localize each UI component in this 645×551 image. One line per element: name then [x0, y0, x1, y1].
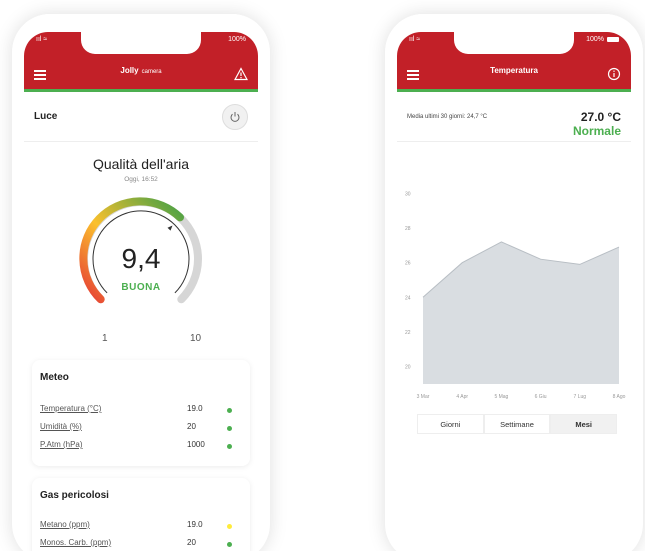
gas-row-methane[interactable]: Metano (ppm) 19.0 [40, 518, 242, 534]
average-row: Media ultimi 30 giorni: 24,7 °C 27.0 °C … [397, 94, 631, 142]
status-dot [227, 542, 232, 547]
x-tick-label: 8 Ago [613, 394, 626, 400]
phone-notch [81, 32, 201, 54]
y-tick-label: 30 [405, 191, 411, 197]
light-row: Luce [24, 94, 258, 142]
status-dot [227, 408, 232, 413]
phone-notch [454, 32, 574, 54]
x-tick-label: 3 Mar [417, 394, 430, 400]
battery-indicator: 100% [228, 36, 246, 43]
y-tick-label: 26 [405, 261, 411, 267]
tab-giorni[interactable]: Giorni [417, 414, 484, 434]
device-name: Jolly [120, 66, 139, 75]
battery-icon [607, 37, 619, 42]
temperature-status: Normale [572, 124, 621, 138]
home-screen: ııl ≈ 100% Jolly camera Luce Qualità dell… [24, 14, 258, 551]
gas-title: Gas pericolosi [40, 490, 109, 501]
row-value: 20 [187, 422, 196, 431]
meteo-row-humidity[interactable]: Umidità (%) 20 [40, 420, 242, 436]
row-label[interactable]: Monos. Carb. (ppm) [40, 538, 111, 547]
gas-card[interactable]: Gas pericolosi Metano (ppm) 19.0 Monos. … [32, 478, 250, 551]
average-label: Media ultimi 30 giorni: 24,7 °C [407, 114, 488, 120]
row-value: 19.0 [187, 520, 203, 529]
row-label[interactable]: Metano (ppm) [40, 520, 90, 529]
y-tick-label: 24 [405, 295, 411, 301]
gauge-min-label: 1 [102, 333, 108, 344]
app-bar-accent-line [397, 89, 631, 92]
tab-settimane[interactable]: Settimane [483, 414, 551, 434]
meteo-row-pressure[interactable]: P.Atm (hPa) 1000 [40, 438, 242, 454]
phone-right: ııl ≈ 100% Temperatura Media ultimi 30 g… [385, 14, 643, 551]
row-value: 19.0 [187, 404, 203, 413]
app-bar-accent-line [24, 89, 258, 92]
row-value: 1000 [187, 440, 205, 449]
temperature-chart: 30 28 26 24 22 20 3 Mar 4 Apr 5 Mag 6 Giu 7 Lug 8 A… [405, 191, 626, 400]
air-quality-title: Qualità dell'aria [92, 156, 190, 172]
air-quality-status: BUONA [121, 282, 161, 293]
gauge-pointer [167, 225, 173, 231]
air-quality-time: Oggi, 16:52 [124, 176, 158, 183]
x-tick-label: 4 Apr [456, 394, 468, 400]
tab-mesi[interactable]: Mesi [550, 414, 618, 434]
light-label: Luce [34, 111, 58, 122]
info-icon[interactable] [607, 67, 621, 81]
air-quality-value: 9,4 [121, 243, 161, 274]
warning-icon[interactable] [234, 67, 248, 81]
current-temperature: 27.0 °C [580, 110, 621, 124]
row-label[interactable]: Temperatura (°C) [40, 404, 101, 413]
phone-left: ııl ≈ 100% Jolly camera Luce Qualità dell… [12, 14, 270, 551]
gauge-max-label: 10 [190, 333, 202, 344]
battery-indicator: 100% [586, 36, 619, 43]
gas-row-carbon-monoxide[interactable]: Monos. Carb. (ppm) 20 [40, 536, 242, 551]
x-tick-label: 5 Mag [494, 394, 508, 400]
signal-indicator: ııl ≈ [36, 36, 48, 43]
period-selector: Giorni Settimane Mesi [417, 414, 618, 434]
meteo-card[interactable]: Meteo Temperatura (°C) 19.0 Umidità (%) … [32, 360, 250, 466]
status-dot [227, 444, 232, 449]
temperature-screen: ııl ≈ 100% Temperatura Media ultimi 30 g… [397, 14, 631, 551]
app-title: Jolly camera [24, 66, 258, 75]
row-value: 20 [187, 538, 196, 547]
y-tick-label: 20 [405, 365, 411, 371]
status-dot [227, 426, 232, 431]
device-room: camera [141, 69, 162, 75]
y-tick-label: 22 [405, 330, 411, 336]
row-label[interactable]: P.Atm (hPa) [40, 440, 83, 449]
power-icon [230, 112, 240, 122]
row-label[interactable]: Umidità (%) [40, 422, 82, 431]
signal-indicator: ııl ≈ [409, 36, 421, 43]
status-dot [227, 524, 232, 529]
temperature-area [423, 241, 619, 384]
x-tick-label: 6 Giu [535, 394, 547, 400]
x-tick-label: 7 Lug [574, 394, 587, 400]
screen-title: Temperatura [490, 66, 538, 75]
meteo-title: Meteo [40, 372, 69, 383]
y-tick-label: 28 [405, 226, 411, 232]
battery-label: 100% [586, 36, 604, 43]
battery-label: 100% [228, 36, 246, 43]
power-button[interactable] [222, 104, 248, 130]
meteo-row-temperature[interactable]: Temperatura (°C) 19.0 [40, 402, 242, 418]
